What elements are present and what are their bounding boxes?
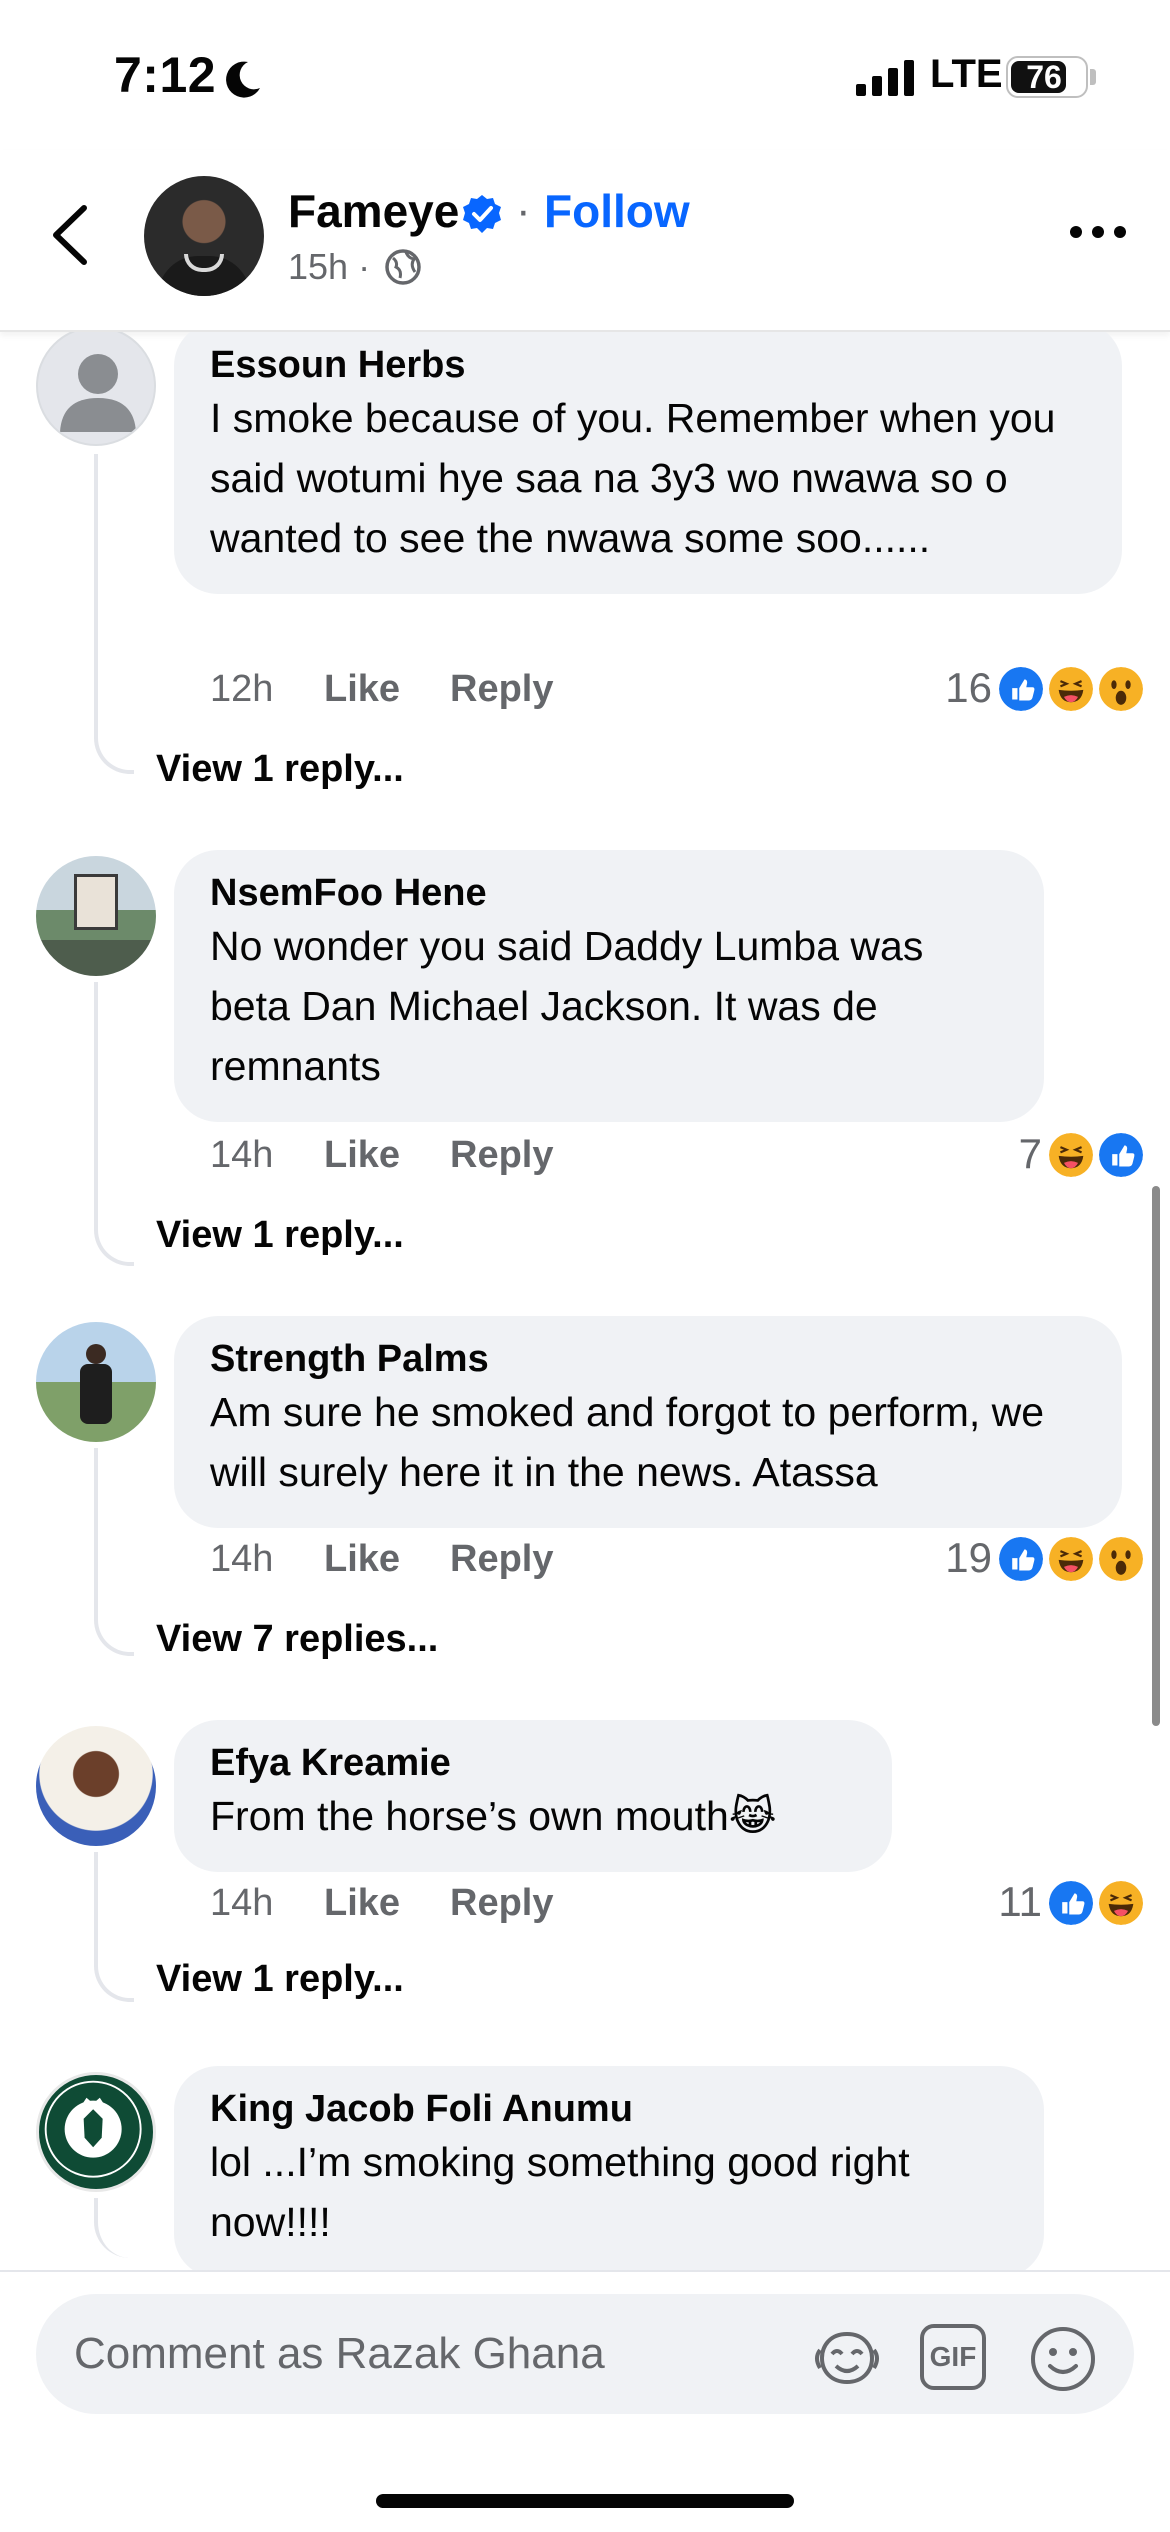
like-reaction-icon [1096, 1130, 1146, 1180]
status-bar: 7:12 LTE 76 [0, 0, 1170, 150]
avatar-body [80, 1364, 112, 1424]
post-time: 15h · [288, 246, 371, 287]
comment-avatar[interactable] [36, 1322, 156, 1442]
comment-text: I smoke because of you. Remember when yo… [210, 395, 1056, 561]
comment-bubble[interactable]: King Jacob Foli Anumu lol ...I’m smoking… [174, 2066, 1044, 2270]
scrollbar[interactable] [1152, 1186, 1160, 1726]
comment-avatar[interactable] [36, 1726, 156, 1846]
author-avatar[interactable] [144, 176, 264, 296]
reaction-count: 7 [1018, 1130, 1042, 1177]
comment-bubble[interactable]: Efya Kreamie From the horse’s own mouth😹 [174, 1720, 892, 1872]
reaction-summary[interactable]: 11 [986, 1876, 1146, 1928]
signal-bars-icon [856, 60, 914, 96]
reaction-count: 19 [945, 1534, 992, 1581]
comment-composer: GIF [0, 2270, 1170, 2532]
comment-author[interactable]: NsemFoo Hene [210, 870, 1008, 916]
comment-text: lol ...I’m smoking something good right … [210, 2139, 910, 2245]
like-button[interactable]: Like [324, 668, 400, 711]
battery-icon: 76 [1006, 56, 1088, 98]
gif-button[interactable]: GIF [920, 2324, 986, 2390]
like-button[interactable]: Like [324, 1882, 400, 1925]
lion-crest-logo [44, 2080, 142, 2178]
reaction-summary[interactable]: 19 [926, 1532, 1146, 1584]
view-replies-link[interactable]: View 7 replies... [156, 1618, 438, 1661]
like-reaction-icon [1046, 1878, 1096, 1928]
reply-button[interactable]: Reply [450, 1882, 553, 1925]
view-replies-link[interactable]: View 1 reply... [156, 1958, 404, 2001]
thread-line [94, 1448, 134, 1656]
comment-time: 14h [210, 1538, 274, 1580]
avatar-head [86, 1344, 106, 1364]
network-type: LTE [930, 52, 1003, 96]
comment-time: 12h [210, 668, 274, 710]
reaction-count: 16 [945, 664, 992, 711]
reaction-summary[interactable]: 16 [926, 662, 1146, 714]
haha-reaction-icon [1046, 664, 1096, 714]
battery-percentage: 76 [1026, 59, 1062, 95]
comment-bubble[interactable]: Strength Palms Am sure he smoked and for… [174, 1316, 1122, 1528]
like-reaction-icon [996, 664, 1046, 714]
do-not-disturb-moon-icon [226, 61, 260, 98]
comment-author[interactable]: Strength Palms [210, 1336, 1086, 1382]
gif-label: GIF [929, 2341, 977, 2372]
status-time: 7:12 [114, 47, 217, 103]
default-user-icon [60, 354, 136, 432]
view-replies-link[interactable]: View 1 reply... [156, 1214, 404, 1257]
header-separator: · [516, 186, 531, 235]
comment-avatar[interactable] [36, 856, 156, 976]
comment-bubble[interactable]: NsemFoo Hene No wonder you said Daddy Lu… [174, 850, 1044, 1122]
comment-bubble[interactable]: Essoun Herbs I smoke because of you. Rem… [174, 332, 1122, 594]
like-button[interactable]: Like [324, 1538, 400, 1581]
wow-reaction-icon [1096, 664, 1146, 714]
comment-author[interactable]: Efya Kreamie [210, 1740, 856, 1786]
like-reaction-icon [996, 1534, 1046, 1584]
follow-button[interactable]: Follow [544, 184, 690, 238]
verified-badge-icon [463, 195, 501, 233]
comment-author[interactable]: Essoun Herbs [210, 342, 1086, 388]
public-globe-icon [385, 249, 421, 285]
post-header: Fameye · Follow 15h · [0, 150, 1170, 332]
view-replies-link[interactable]: View 1 reply... [156, 748, 404, 791]
haha-reaction-icon [1096, 1878, 1146, 1928]
comments-list[interactable]: Essoun Herbs I smoke because of you. Rem… [0, 332, 1170, 2270]
reply-button[interactable]: Reply [450, 1134, 553, 1177]
avatar-billboard [74, 874, 118, 930]
comment-avatar[interactable] [36, 2072, 156, 2192]
reply-button[interactable]: Reply [450, 1538, 553, 1581]
reaction-summary[interactable]: 7 [986, 1128, 1146, 1180]
comment-text: From the horse’s own mouth😹 [210, 1793, 777, 1839]
comment-text: Am sure he smoked and forgot to perform,… [210, 1389, 1045, 1495]
comment-author[interactable]: King Jacob Foli Anumu [210, 2086, 1008, 2132]
thread-line [94, 982, 134, 1266]
comment-time: 14h [210, 1134, 274, 1176]
like-button[interactable]: Like [324, 1134, 400, 1177]
comment-avatar[interactable] [36, 332, 156, 446]
more-options-icon[interactable] [1068, 222, 1128, 242]
post-author-name[interactable]: Fameye [288, 184, 459, 238]
thread-line [94, 1852, 134, 2002]
home-indicator[interactable] [376, 2494, 794, 2508]
haha-reaction-icon [1046, 1534, 1096, 1584]
comment-text: No wonder you said Daddy Lumba was beta … [210, 923, 924, 1089]
emoji-icon[interactable] [1028, 2324, 1098, 2394]
thread-line [94, 454, 134, 774]
reply-button[interactable]: Reply [450, 668, 553, 711]
reaction-count: 11 [998, 1878, 1042, 1925]
comment-time: 14h [210, 1882, 274, 1924]
battery-cap [1090, 69, 1096, 85]
avatar-sticker-icon[interactable] [812, 2324, 882, 2394]
back-chevron-icon[interactable] [46, 200, 94, 270]
wow-reaction-icon [1096, 1534, 1146, 1584]
haha-reaction-icon [1046, 1130, 1096, 1180]
thread-line [94, 2198, 134, 2258]
